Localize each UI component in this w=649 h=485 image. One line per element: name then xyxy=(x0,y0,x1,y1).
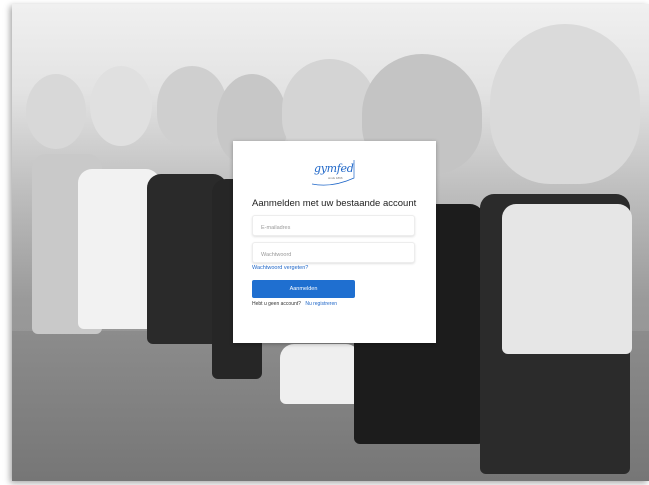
logo-subtext: sinds 1896 xyxy=(328,176,343,180)
register-link[interactable]: Nu registreren xyxy=(305,301,337,307)
email-field[interactable] xyxy=(253,218,414,238)
page-frame: gymfed sinds 1896 Aanmelden met uw besta… xyxy=(0,0,649,485)
gymnast-body xyxy=(280,344,360,404)
gymfed-logo: gymfed sinds 1896 xyxy=(310,158,357,188)
page-title: Aanmelden met uw bestaande account xyxy=(252,198,417,209)
register-line: Hebt u geen account? Nu registreren xyxy=(252,301,337,307)
gymnast-head xyxy=(490,24,640,184)
no-account-text: Hebt u geen account? xyxy=(252,301,301,307)
login-card: gymfed sinds 1896 Aanmelden met uw besta… xyxy=(233,141,436,343)
gymnast-body xyxy=(502,204,632,354)
email-field-wrapper xyxy=(252,215,415,238)
login-button[interactable]: Aanmelden xyxy=(252,280,355,298)
gymnast-head xyxy=(90,66,152,146)
password-field[interactable] xyxy=(253,245,414,265)
password-field-wrapper xyxy=(252,242,415,265)
forgot-password-link[interactable]: Wachtwoord vergeten? xyxy=(252,265,308,271)
logo-text: gymfed xyxy=(314,162,354,175)
gymnast-head xyxy=(26,74,86,149)
